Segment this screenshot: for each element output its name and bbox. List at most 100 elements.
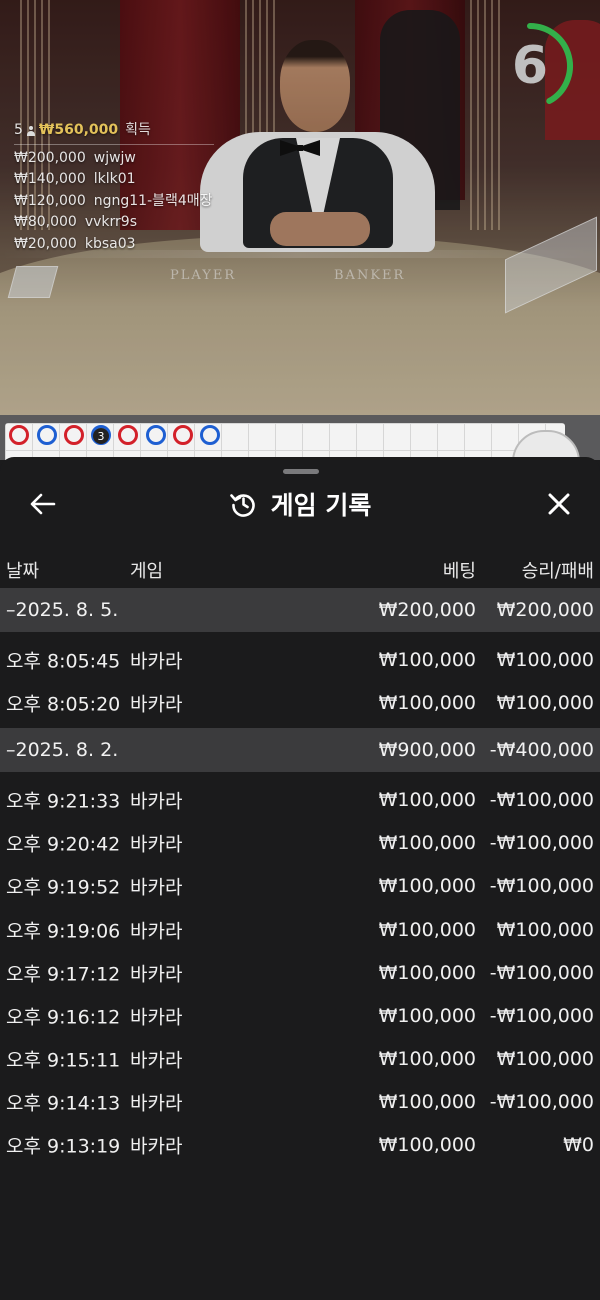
- day-result-total: ₩200,000: [496, 599, 594, 621]
- record-game: 바카라: [130, 1135, 183, 1158]
- record-bet: ₩100,000: [378, 1134, 476, 1157]
- banker-bead: [118, 425, 138, 445]
- record-time: 오후 9:20:42: [6, 833, 121, 856]
- column-header-date: 날짜: [6, 561, 40, 582]
- record-game: 바카라: [130, 833, 183, 856]
- record-game: 바카라: [130, 876, 183, 899]
- column-header-bet: 베팅: [442, 561, 476, 582]
- record-time: 오후 9:19:06: [6, 920, 121, 943]
- bead-road-grid: [5, 423, 565, 460]
- record-result: -₩100,000: [489, 788, 594, 811]
- winner-row: ₩120,000 ngng11-블랙4매장: [14, 191, 214, 213]
- record-result: ₩100,000: [496, 1048, 594, 1071]
- day-summary-row[interactable]: –2025. 8. 5. ₩200,000 ₩200,000: [0, 588, 600, 632]
- history-row[interactable]: 오후 9:16:12 바카라 ₩100,000 -₩100,000: [0, 994, 600, 1037]
- record-time: 오후 9:16:12: [6, 1006, 121, 1029]
- record-time: 오후 8:05:20: [6, 693, 121, 716]
- record-bet: ₩100,000: [378, 648, 476, 671]
- record-result: -₩100,000: [489, 1091, 594, 1114]
- day-result-total: -₩400,000: [489, 739, 594, 762]
- history-list: –2025. 8. 5. ₩200,000 ₩200,000 오후 8:05:45 바카…: [0, 588, 600, 1171]
- record-time: 오후 9:19:52: [6, 876, 121, 899]
- column-headers: 날짜 게임 베팅 승리/패배: [0, 550, 600, 588]
- record-game: 바카라: [130, 920, 183, 943]
- banker-bead: [173, 425, 193, 445]
- history-row[interactable]: 오후 8:05:45 바카라 ₩100,000 ₩100,000: [0, 638, 600, 681]
- record-result: -₩100,000: [489, 1004, 594, 1027]
- winner-amount: ₩200,000: [14, 149, 86, 166]
- history-icon: [229, 494, 255, 517]
- record-result: -₩100,000: [489, 961, 594, 984]
- countdown-seconds: 6: [511, 36, 549, 96]
- record-bet: ₩100,000: [378, 788, 476, 811]
- record-result: -₩100,000: [489, 875, 594, 898]
- history-row[interactable]: 오후 9:13:19 바카라 ₩100,000 ₩0: [0, 1124, 600, 1167]
- record-result: ₩100,000: [496, 648, 594, 671]
- record-game: 바카라: [130, 650, 183, 673]
- live-video: PLAYER BANKER 6 5 ₩560,000 획득 ₩200,000 wj…: [0, 0, 600, 415]
- close-button[interactable]: [538, 487, 580, 521]
- record-game: 바카라: [130, 790, 183, 813]
- winners-suffix: 획득: [125, 122, 151, 138]
- history-row[interactable]: 오후 9:19:52 바카라 ₩100,000 -₩100,000: [0, 865, 600, 908]
- history-row[interactable]: 오후 8:05:20 바카라 ₩100,000 ₩100,000: [0, 681, 600, 724]
- record-game: 바카라: [130, 963, 183, 986]
- history-row[interactable]: 오후 9:20:42 바카라 ₩100,000 -₩100,000: [0, 822, 600, 865]
- record-bet: ₩100,000: [378, 691, 476, 714]
- history-row[interactable]: 오후 9:17:12 바카라 ₩100,000 -₩100,000: [0, 951, 600, 994]
- game-history-sheet: 게임 기록 날짜 게임 베팅 승리/패배 –2025. 8. 5. ₩200,00…: [0, 457, 600, 1300]
- winner-username: ngng11-블랙4매장: [93, 192, 213, 209]
- record-time: 오후 8:05:45: [6, 650, 121, 673]
- close-icon: [548, 493, 570, 515]
- record-result: ₩100,000: [496, 691, 594, 714]
- history-row[interactable]: 오후 9:21:33 바카라 ₩100,000 -₩100,000: [0, 778, 600, 821]
- winner-amount: ₩120,000: [14, 192, 86, 209]
- winner-row: ₩80,000 vvkrr9s: [14, 212, 214, 234]
- winner-username: vvkrr9s: [84, 214, 137, 230]
- back-button[interactable]: [22, 487, 64, 521]
- winner-username: kbsa03: [84, 235, 136, 252]
- bead-count-badge: 3: [93, 428, 109, 444]
- record-bet: ₩100,000: [378, 1048, 476, 1071]
- day-summary-row[interactable]: –2025. 8. 2. ₩900,000 -₩400,000: [0, 728, 600, 773]
- record-time: 오후 9:21:33: [6, 790, 121, 813]
- arrow-left-icon: [30, 493, 56, 515]
- history-row[interactable]: 오후 9:14:13 바카라 ₩100,000 -₩100,000: [0, 1081, 600, 1124]
- column-header-game: 게임: [130, 561, 164, 582]
- record-game: 바카라: [130, 1006, 183, 1029]
- record-time: 오후 9:17:12: [6, 963, 121, 986]
- winner-amount: ₩140,000: [14, 171, 86, 187]
- record-result: ₩100,000: [496, 918, 594, 941]
- history-row[interactable]: 오후 9:15:11 바카라 ₩100,000 ₩100,000: [0, 1038, 600, 1081]
- winners-total: ₩560,000: [38, 122, 119, 138]
- winner-amount: ₩80,000: [14, 214, 77, 230]
- banker-bead: [9, 425, 29, 445]
- record-bet: ₩100,000: [378, 875, 476, 898]
- record-bet: ₩100,000: [378, 1004, 476, 1027]
- record-game: 바카라: [130, 1092, 183, 1115]
- sheet-title-bar: 게임 기록: [0, 487, 600, 521]
- record-result: ₩0: [563, 1134, 594, 1157]
- history-row[interactable]: 오후 9:19:06 바카라 ₩100,000 ₩100,000: [0, 908, 600, 951]
- day-bet-total: ₩900,000: [378, 739, 476, 762]
- winner-row: ₩140,000 lklk01: [14, 169, 214, 191]
- winner-row: ₩200,000 wjwjw: [14, 148, 214, 170]
- record-time: 오후 9:13:19: [6, 1135, 121, 1158]
- record-game: 바카라: [130, 693, 183, 716]
- winner-username: wjwjw: [93, 149, 136, 166]
- record-bet: ₩100,000: [378, 961, 476, 984]
- banker-bead: [64, 425, 84, 445]
- sheet-grabber[interactable]: [283, 469, 319, 474]
- record-bet: ₩100,000: [378, 1091, 476, 1114]
- day-date: –2025. 8. 5.: [6, 599, 119, 621]
- day-bet-total: ₩200,000: [378, 599, 476, 621]
- record-bet: ₩100,000: [378, 918, 476, 941]
- user-icon: [26, 125, 36, 136]
- sheet-title: 게임 기록: [270, 491, 372, 520]
- winner-amount: ₩20,000: [14, 235, 77, 252]
- record-time: 오후 9:14:13: [6, 1092, 121, 1115]
- record-bet: ₩100,000: [378, 832, 476, 855]
- winners-header: 5 ₩560,000 획득: [14, 120, 214, 142]
- player-bead: [200, 425, 220, 445]
- winner-row: ₩20,000 kbsa03: [14, 234, 214, 256]
